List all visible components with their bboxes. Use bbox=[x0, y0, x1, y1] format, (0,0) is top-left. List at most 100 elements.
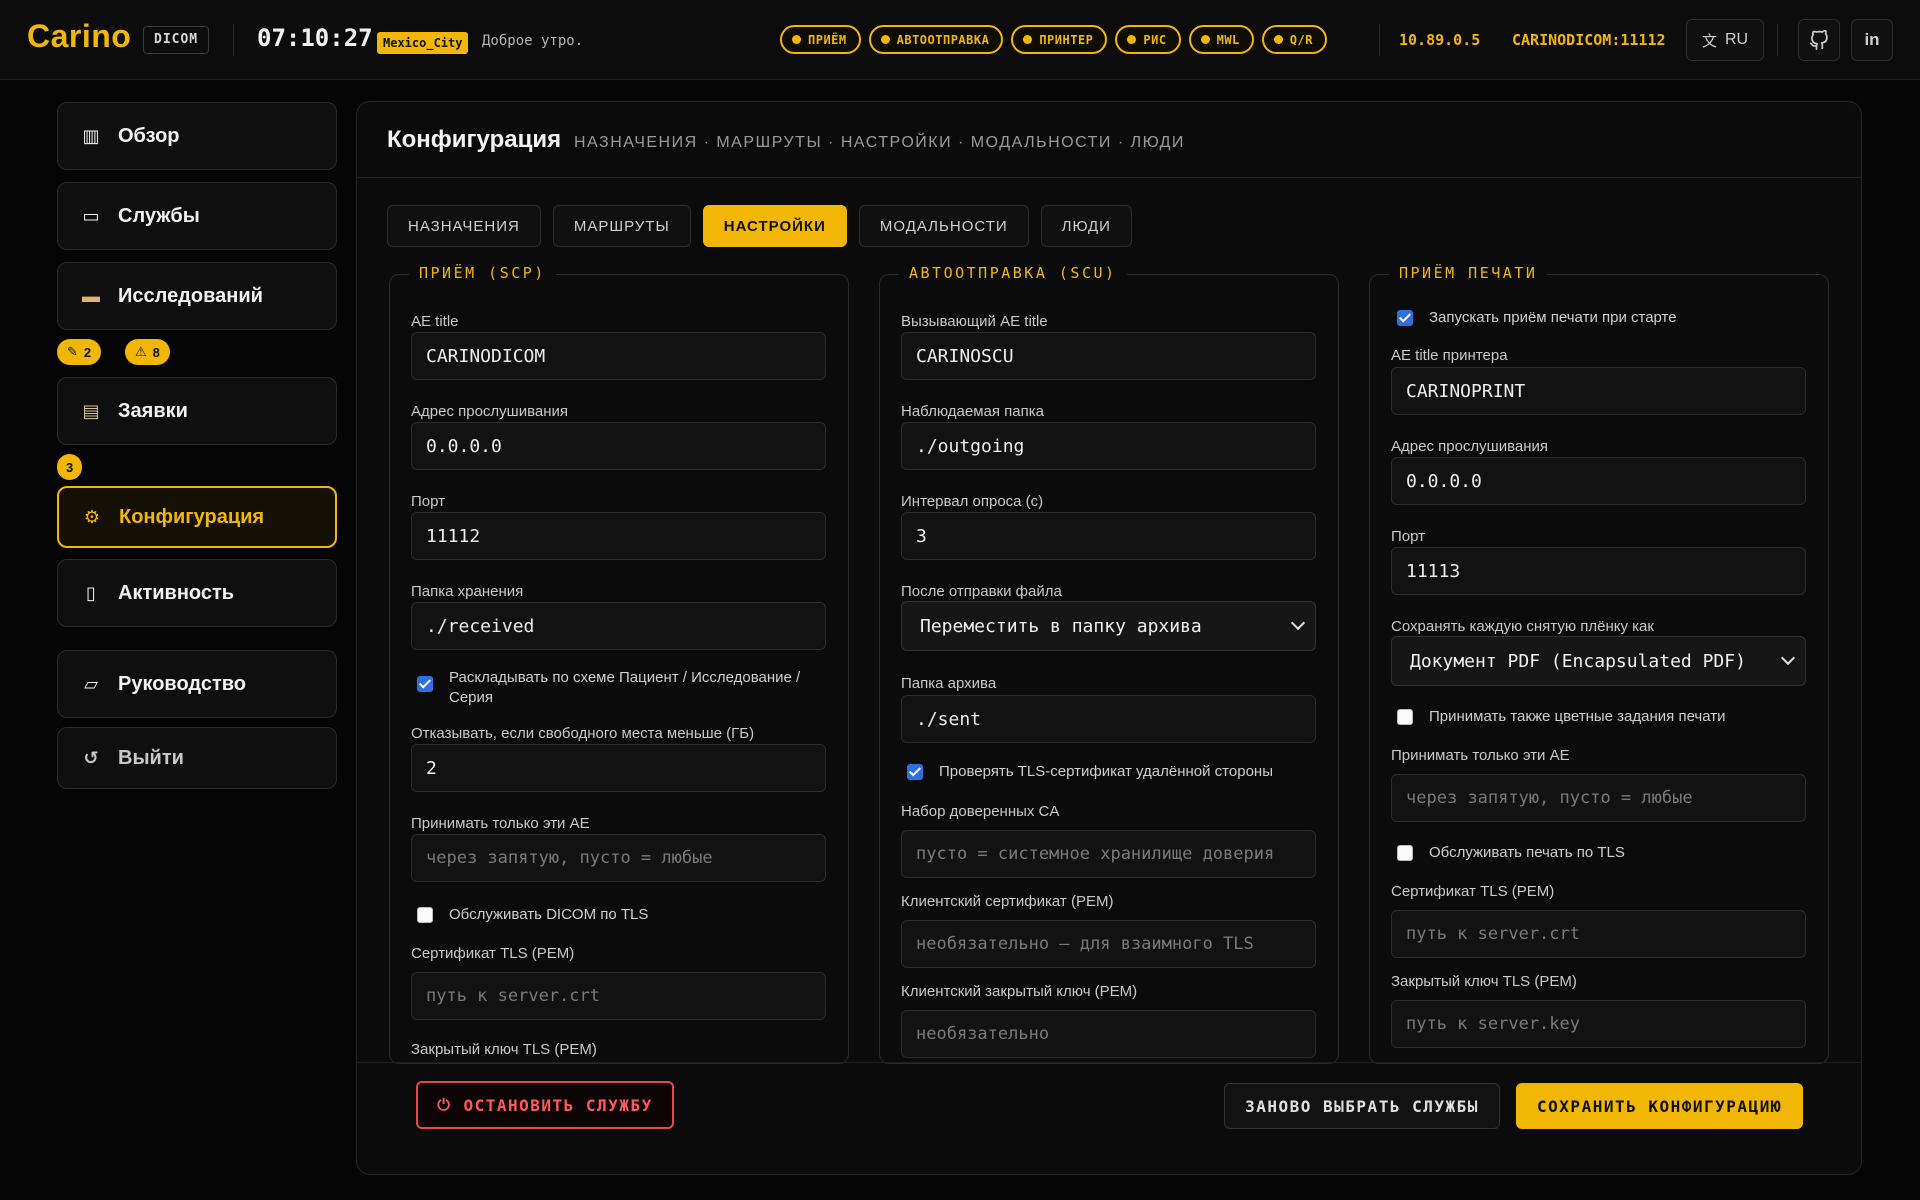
print-save-label: Сохранять каждую снятую плёнку как bbox=[1391, 618, 1654, 635]
app-logo[interactable]: Carino bbox=[27, 18, 131, 55]
scp-port-input[interactable]: 11112 bbox=[411, 512, 826, 560]
print-tls-checkbox[interactable] bbox=[1397, 845, 1413, 861]
tab-modalities[interactable]: МОДАЛЬНОСТИ bbox=[858, 205, 1029, 247]
tab-people[interactable]: ЛЮДИ bbox=[1040, 205, 1132, 247]
sidebar-item-logout[interactable]: ↺ Выйти bbox=[57, 727, 337, 789]
scp-addr-label: Адрес прослушивания bbox=[411, 403, 569, 420]
print-addr-label: Адрес прослушивания bbox=[1391, 438, 1549, 455]
scu-legend: АВТООТПРАВКА (SCU) bbox=[899, 264, 1127, 282]
tab-routes[interactable]: МАРШРУТЫ bbox=[552, 205, 691, 247]
sidebar-item-configuration[interactable]: ⚙ Конфигурация bbox=[57, 486, 337, 548]
scp-tls-checkbox[interactable] bbox=[417, 907, 433, 923]
tab-assignments[interactable]: НАЗНАЧЕНИЯ bbox=[387, 205, 541, 247]
header-divider bbox=[1379, 24, 1380, 56]
scp-key-label: Закрытый ключ TLS (PEM) bbox=[411, 1041, 597, 1058]
print-cert-input[interactable]: путь к server.crt bbox=[1391, 910, 1806, 958]
scp-tls-checkbox-row[interactable]: Обслуживать DICOM по TLS bbox=[417, 905, 837, 925]
top-bar: Carino DICOM 07:10:27 Mexico_City Доброе… bbox=[0, 0, 1920, 80]
book-icon: ▱ bbox=[84, 673, 98, 694]
print-addr-input[interactable]: 0.0.0.0 bbox=[1391, 457, 1806, 505]
scp-space-label: Отказывать, если свободного места меньше… bbox=[411, 725, 755, 742]
chip-qr[interactable]: Q/R bbox=[1261, 25, 1327, 54]
scu-verify-checkbox[interactable] bbox=[907, 764, 923, 780]
scp-folder-input[interactable]: ./received bbox=[411, 602, 826, 650]
sidebar-item-services[interactable]: ▭ Службы bbox=[57, 182, 337, 250]
scu-poll-label: Интервал опроса (с) bbox=[901, 493, 1044, 510]
orders-badge[interactable]: 3 bbox=[57, 454, 83, 480]
sidebar-item-manual[interactable]: ▱ Руководство bbox=[57, 650, 337, 718]
print-key-label: Закрытый ключ TLS (PEM) bbox=[1391, 973, 1577, 990]
config-panel: Конфигурация НАЗНАЧЕНИЯ · МАРШРУТЫ · НАС… bbox=[356, 101, 1862, 1175]
print-color-checkbox-row[interactable]: Принимать также цветные задания печати bbox=[1397, 707, 1817, 727]
scu-watch-input[interactable]: ./outgoing bbox=[901, 422, 1316, 470]
studies-warning-badge[interactable]: ⚠ 8 bbox=[125, 339, 170, 365]
print-autostart-checkbox-row[interactable]: Запускать приём печати при старте bbox=[1397, 308, 1817, 328]
chevron-down-icon bbox=[1780, 650, 1796, 666]
print-color-checkbox[interactable] bbox=[1397, 709, 1413, 725]
sidebar-item-studies[interactable]: ▬ Исследований bbox=[57, 262, 337, 330]
config-tabs: НАЗНАЧЕНИЯ МАРШРУТЫ НАСТРОЙКИ МОДАЛЬНОСТ… bbox=[387, 205, 1132, 247]
chip-scp[interactable]: ПРИЁМ bbox=[780, 25, 861, 54]
greeting: Доброе утро. bbox=[482, 33, 584, 49]
bar-chart-icon: ▥ bbox=[82, 125, 100, 146]
scu-after-select[interactable]: Переместить в папку архива bbox=[901, 601, 1316, 651]
print-tls-checkbox-row[interactable]: Обслуживать печать по TLS bbox=[1397, 843, 1817, 863]
ae-port: CARINODICOM:11112 bbox=[1512, 31, 1666, 49]
ip-address: 10.89.0.5 bbox=[1399, 31, 1481, 49]
scu-ca-label: Набор доверенных CA bbox=[901, 803, 1060, 820]
github-button[interactable] bbox=[1798, 19, 1840, 61]
reselect-services-button[interactable]: ЗАНОВО ВЫБРАТЬ СЛУЖБЫ bbox=[1224, 1083, 1500, 1129]
scu-verify-checkbox-row[interactable]: Проверять TLS-сертификат удалённой сторо… bbox=[907, 762, 1327, 782]
print-port-input[interactable]: 11113 bbox=[1391, 547, 1806, 595]
github-icon bbox=[1809, 30, 1828, 50]
print-key-input[interactable]: путь к server.key bbox=[1391, 1000, 1806, 1048]
scu-client-key-input[interactable]: необязательно bbox=[901, 1010, 1316, 1058]
scu-archive-input[interactable]: ./sent bbox=[901, 695, 1316, 743]
translate-icon: 文 bbox=[1701, 32, 1717, 50]
save-config-button[interactable]: СОХРАНИТЬ КОНФИГУРАЦИЮ bbox=[1516, 1083, 1803, 1129]
scp-allow-label: Принимать только эти AE bbox=[411, 815, 590, 832]
scp-cert-label: Сертификат TLS (PEM) bbox=[411, 945, 575, 962]
pencil-icon: ✎ bbox=[67, 344, 78, 359]
chip-printer[interactable]: ПРИНТЕР bbox=[1011, 25, 1108, 54]
scu-client-cert-label: Клиентский сертификат (PEM) bbox=[901, 893, 1114, 910]
studies-edit-badge[interactable]: ✎ 2 bbox=[57, 339, 102, 365]
sidebar-item-overview[interactable]: ▥ Обзор bbox=[57, 102, 337, 170]
print-ae-input[interactable]: CARINOPRINT bbox=[1391, 367, 1806, 415]
scp-sort-checkbox-row[interactable]: Раскладывать по схеме Пациент / Исследов… bbox=[417, 668, 837, 708]
print-autostart-checkbox[interactable] bbox=[1397, 310, 1413, 326]
scp-ae-label: AE title bbox=[411, 313, 459, 330]
tab-settings[interactable]: НАСТРОЙКИ bbox=[702, 205, 847, 247]
print-ae-label: AE title принтера bbox=[1391, 347, 1508, 364]
sidebar-item-activity[interactable]: ▯ Активность bbox=[57, 559, 337, 627]
print-cert-label: Сертификат TLS (PEM) bbox=[1391, 883, 1555, 900]
scp-addr-input[interactable]: 0.0.0.0 bbox=[411, 422, 826, 470]
scp-sort-checkbox[interactable] bbox=[417, 676, 433, 692]
scp-folder-label: Папка хранения bbox=[411, 583, 524, 600]
scu-client-cert-input[interactable]: необязательно — для взаимного TLS bbox=[901, 920, 1316, 968]
header-divider bbox=[233, 24, 234, 56]
chip-mwl[interactable]: MWL bbox=[1188, 25, 1254, 54]
print-save-select[interactable]: Документ PDF (Encapsulated PDF) bbox=[1391, 636, 1806, 686]
language-button[interactable]: 文 RU bbox=[1686, 19, 1764, 61]
clock: 07:10:27 bbox=[257, 24, 373, 52]
scu-ca-input[interactable]: пусто = системное хранилище доверия bbox=[901, 830, 1316, 878]
scp-ae-input[interactable]: CARINODICOM bbox=[411, 332, 826, 380]
scu-client-key-label: Клиентский закрытый ключ (PEM) bbox=[901, 983, 1138, 1000]
chip-scu[interactable]: АВТООТПРАВКА bbox=[868, 25, 1004, 54]
scu-poll-input[interactable]: 3 bbox=[901, 512, 1316, 560]
print-fieldset: Запускать приём печати при старте AE tit… bbox=[1369, 274, 1829, 1064]
stop-service-button[interactable]: ⏻ ОСТАНОВИТЬ СЛУЖБУ bbox=[416, 1081, 674, 1129]
scp-space-input[interactable]: 2 bbox=[411, 744, 826, 792]
footer-divider bbox=[357, 1062, 1861, 1063]
scp-fieldset: AE title CARINODICOM Адрес прослушивания… bbox=[389, 274, 849, 1064]
linkedin-button[interactable]: in bbox=[1851, 19, 1893, 61]
sidebar-item-orders[interactable]: ▤ Заявки bbox=[57, 377, 337, 445]
scu-ae-input[interactable]: CARINOSCU bbox=[901, 332, 1316, 380]
scp-allow-input[interactable]: через запятую, пусто = любые bbox=[411, 834, 826, 882]
page-title: Конфигурация bbox=[387, 126, 562, 153]
print-allow-input[interactable]: через запятую, пусто = любые bbox=[1391, 774, 1806, 822]
scu-after-label: После отправки файла bbox=[901, 583, 1062, 600]
scp-cert-input[interactable]: путь к server.crt bbox=[411, 972, 826, 1020]
chip-ris[interactable]: РИС bbox=[1115, 25, 1181, 54]
